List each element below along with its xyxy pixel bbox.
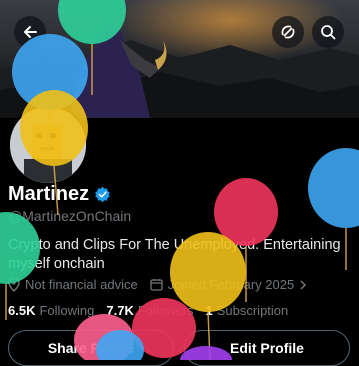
calendar-icon xyxy=(150,279,163,291)
arrow-left-icon xyxy=(24,26,37,38)
followers-count: 7.7K xyxy=(106,303,134,318)
grok-button[interactable] xyxy=(272,16,304,48)
meta-joined[interactable]: Joined February 2025 xyxy=(150,277,313,292)
meta-advice: Not financial advice xyxy=(8,277,138,292)
edit-profile-button[interactable]: Edit Profile xyxy=(184,330,350,366)
following-count: 6.5K xyxy=(8,303,36,318)
banner-image xyxy=(0,20,359,118)
avatar[interactable] xyxy=(7,104,89,186)
followers-label: Followers xyxy=(137,303,194,318)
following-label: Following xyxy=(39,303,95,318)
profile-banner[interactable] xyxy=(0,0,359,118)
search-button[interactable] xyxy=(312,16,344,48)
name-row: Martinez xyxy=(8,183,111,206)
meta-joined-text: Joined February 2025 xyxy=(167,277,295,292)
profile-meta: Not financial advice Joined February 202… xyxy=(8,277,313,292)
profile-stats: 6.5K Following 7.7K Followers 1 Subscrip… xyxy=(8,303,300,318)
share-profile-button[interactable]: Share Profile xyxy=(8,330,174,366)
search-icon xyxy=(321,25,336,40)
subscription-count: 1 xyxy=(205,303,213,318)
profile-bio: Crypto and Clips For The Unemployed. Ent… xyxy=(8,237,341,272)
chevron-right-icon xyxy=(300,279,307,290)
location-pin-icon xyxy=(8,277,20,292)
grok-icon xyxy=(281,25,295,39)
profile-handle: @MartinezOnChain xyxy=(8,208,132,224)
following-link[interactable]: 6.5K Following xyxy=(8,303,94,318)
back-button[interactable] xyxy=(14,16,46,48)
verified-badge-icon xyxy=(95,186,110,203)
subscription-label: Subscription xyxy=(216,303,289,318)
profile-name: Martinez xyxy=(8,183,90,205)
followers-link[interactable]: 7.7K Followers xyxy=(106,303,193,318)
avatar-image xyxy=(10,107,86,183)
subscription-link[interactable]: 1 Subscription xyxy=(205,303,288,318)
meta-advice-text: Not financial advice xyxy=(25,277,138,292)
